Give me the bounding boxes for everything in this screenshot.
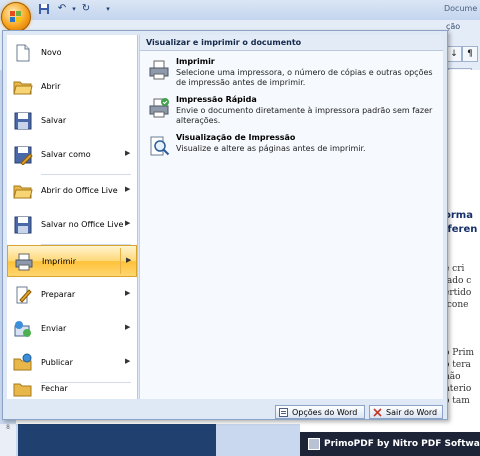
submenu-arrow-icon: ▶ <box>125 149 131 157</box>
window-title: Docume <box>444 4 478 13</box>
menu-item-label: Preparar <box>41 290 76 299</box>
dark-panel <box>18 424 216 456</box>
option-description: Visualize e altere as páginas antes de i… <box>176 144 366 153</box>
option-title: Imprimir <box>176 57 215 66</box>
menu-item-label: Fechar <box>41 384 68 393</box>
primopdf-label: PrimoPDF by Nitro PDF Software <box>324 439 480 449</box>
menu-item-label: Publicar <box>41 358 73 367</box>
option-description: Envie o documento diretamente à impresso… <box>176 106 433 125</box>
prepare-icon <box>13 285 33 305</box>
menu-item-fechar[interactable]: Fechar <box>7 373 137 403</box>
submenu-arrow-icon: ▶ <box>125 185 131 193</box>
office-menu: Novo Abrir Salvar Salvar como ▶ Abrir do… <box>2 30 448 420</box>
doc-text: ertido <box>444 288 472 298</box>
split-divider <box>120 248 121 274</box>
menu-item-label: Imprimir <box>42 257 77 266</box>
primopdf-icon <box>308 437 320 450</box>
word-options-button[interactable]: Opções do Word <box>275 405 365 419</box>
paragraph-mark-icon[interactable]: ¶ <box>462 46 478 62</box>
exit-word-button[interactable]: Sair do Word <box>369 405 443 419</box>
word-options-label: Opções do Word <box>292 408 358 417</box>
word-options-icon <box>279 408 288 417</box>
new-document-icon <box>13 43 33 63</box>
doc-text: lado c <box>444 276 472 286</box>
office-button[interactable] <box>1 2 31 32</box>
undo-icon[interactable]: ↶ <box>56 3 68 15</box>
sort-icon[interactable]: ↓ <box>446 46 462 62</box>
menu-item-label: Salvar no Office Live <box>41 220 124 229</box>
save-as-icon <box>13 145 33 166</box>
menu-item-preparar[interactable]: Preparar ▶ <box>7 279 137 311</box>
doc-text: iferen <box>444 224 478 235</box>
doc-text: o tera <box>444 360 471 370</box>
option-impressao-rapida[interactable]: Impressão Rápida Envie o documento diret… <box>144 95 439 127</box>
submenu-arrow-icon: ▶ <box>125 219 131 227</box>
option-imprimir[interactable]: Imprimir Selecione uma impressora, o núm… <box>144 57 439 89</box>
open-folder-icon <box>13 77 33 97</box>
option-description: Selecione uma impressora, o número de có… <box>176 68 433 87</box>
menu-item-salvar-office-live[interactable]: Salvar no Office Live ▶ <box>7 209 137 241</box>
doc-text: nterio <box>444 384 472 394</box>
submenu-header: Visualizar e imprimir o documento <box>140 35 443 51</box>
save-office-live-icon <box>13 215 33 235</box>
menu-item-label: Abrir <box>41 82 61 91</box>
chevron-down-icon[interactable]: ▾ <box>68 3 80 15</box>
publish-icon <box>13 353 33 373</box>
menu-item-salvar-como[interactable]: Salvar como ▶ <box>7 139 137 171</box>
primopdf-banner: PrimoPDF by Nitro PDF Software <box>300 432 480 456</box>
exit-word-label: Sair do Word <box>386 408 438 417</box>
doc-text: o Prim <box>444 348 475 358</box>
print-submenu: Visualizar e imprimir o documento Imprim… <box>139 35 443 399</box>
office-logo-icon <box>10 11 22 23</box>
save-icon[interactable] <box>38 3 50 15</box>
printer-icon <box>14 252 34 272</box>
submenu-arrow-icon: ▶ <box>125 323 131 331</box>
vertical-ruler: 8 <box>0 424 16 456</box>
printer-icon <box>148 59 170 81</box>
option-title: Impressão Rápida <box>176 95 257 104</box>
menu-item-novo[interactable]: Novo <box>7 37 137 69</box>
menu-item-label: Salvar como <box>41 150 91 159</box>
open-office-live-icon <box>13 181 33 201</box>
close-folder-icon <box>13 379 33 399</box>
customize-toolbar-icon[interactable]: ▾ <box>102 3 114 15</box>
quick-print-icon <box>148 97 170 119</box>
menu-item-abrir-office-live[interactable]: Abrir do Office Live ▶ <box>7 175 137 207</box>
send-icon <box>13 319 33 339</box>
redo-icon[interactable]: ↻ <box>80 3 92 15</box>
doc-text: orma <box>444 210 473 221</box>
menu-item-label: Enviar <box>41 324 67 333</box>
menu-item-label: Novo <box>41 48 62 57</box>
menu-item-abrir[interactable]: Abrir <box>7 71 137 103</box>
menu-item-label: Abrir do Office Live <box>41 186 118 195</box>
print-preview-icon <box>148 135 170 157</box>
save-floppy-icon <box>13 111 33 131</box>
menu-item-imprimir[interactable]: Imprimir ▶ <box>7 245 137 277</box>
menu-item-salvar[interactable]: Salvar <box>7 105 137 137</box>
close-icon <box>373 408 382 417</box>
submenu-arrow-icon: ▶ <box>126 256 132 264</box>
menu-commands: Novo Abrir Salvar Salvar como ▶ Abrir do… <box>7 35 138 399</box>
menu-item-label: Salvar <box>41 116 67 125</box>
option-visualizacao-impressao[interactable]: Visualização de Impressão Visualize e al… <box>144 133 439 161</box>
option-title: Visualização de Impressão <box>176 133 296 142</box>
submenu-arrow-icon: ▶ <box>125 357 131 365</box>
menu-item-enviar[interactable]: Enviar ▶ <box>7 313 137 345</box>
submenu-arrow-icon: ▶ <box>125 289 131 297</box>
ribbon-tab[interactable]: ção <box>446 22 460 31</box>
